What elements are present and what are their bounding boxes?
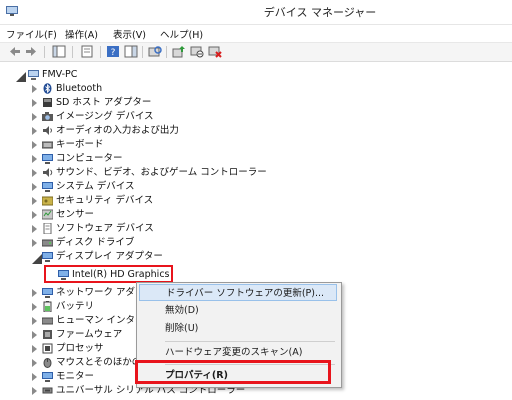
- expand-arrow-icon[interactable]: [32, 289, 37, 297]
- speaker-icon: [43, 126, 52, 135]
- expand-arrow-icon[interactable]: [32, 225, 37, 233]
- menu-view[interactable]: 表示(V): [113, 27, 146, 41]
- processor-icon: [42, 343, 53, 354]
- forward-icon[interactable]: [24, 45, 38, 58]
- menu-item-label: ハードウェア変更のスキャン(A): [165, 347, 303, 358]
- tree-category-label: SD ホスト アダプター: [56, 97, 152, 108]
- tree-root-label: FMV-PC: [42, 69, 78, 80]
- expand-arrow-icon[interactable]: [32, 85, 37, 93]
- expand-arrow-icon[interactable]: [32, 345, 37, 353]
- network-adapter-icon: [42, 288, 53, 298]
- toolbar-separator: [72, 46, 73, 58]
- context-menu-uninstall[interactable]: 削除(U): [139, 320, 337, 337]
- menu-help[interactable]: ヘルプ(H): [160, 27, 203, 41]
- toolbar-separator: [44, 46, 45, 58]
- sound-icon: [43, 168, 53, 177]
- context-menu-update-driver[interactable]: ドライバー ソフトウェアの更新(P)...: [139, 284, 337, 301]
- menu-bar: ファイル(F) 操作(A) 表示(V) ヘルプ(H): [0, 25, 512, 42]
- hid-icon: [42, 317, 53, 325]
- menu-item-label: 削除(U): [165, 323, 199, 334]
- security-key-icon: [42, 196, 53, 206]
- expand-arrow-icon[interactable]: [32, 197, 37, 205]
- monitor-icon: [42, 372, 53, 382]
- menu-action[interactable]: 操作(A): [65, 27, 98, 41]
- update-driver-icon[interactable]: [172, 45, 186, 58]
- firmware-icon: [43, 330, 52, 339]
- menu-item-label: 無効(D): [165, 305, 199, 316]
- expand-arrow-icon[interactable]: [16, 72, 26, 82]
- bluetooth-icon: [43, 83, 52, 94]
- svg-text:?: ?: [111, 48, 116, 58]
- expand-arrow-icon[interactable]: [32, 331, 37, 339]
- toolbar-separator: [100, 46, 101, 58]
- tree-category-label: システム デバイス: [56, 181, 135, 192]
- menu-item-label: ドライバー ソフトウェアの更新(P)...: [166, 288, 325, 299]
- tree-category-label: オーディオの入力および出力: [56, 125, 179, 136]
- window-title: デバイス マネージャー: [263, 6, 377, 19]
- expand-arrow-icon[interactable]: [32, 254, 42, 264]
- context-menu-scan-hardware[interactable]: ハードウェア変更のスキャン(A): [139, 344, 337, 361]
- mouse-icon: [43, 358, 52, 368]
- usb-icon: [42, 387, 53, 394]
- device-highlight-box: [44, 265, 173, 283]
- camera-icon: [42, 112, 53, 121]
- expand-arrow-icon[interactable]: [32, 141, 37, 149]
- tree-category-label: モニター: [56, 371, 95, 382]
- context-menu-disable[interactable]: 無効(D): [139, 302, 337, 319]
- toolbar: ?: [0, 42, 512, 62]
- expand-arrow-icon[interactable]: [32, 183, 37, 191]
- expand-arrow-icon[interactable]: [32, 127, 37, 135]
- menu-file[interactable]: ファイル(F): [6, 27, 57, 41]
- tree-category-label: Bluetooth: [56, 83, 103, 94]
- expand-arrow-icon[interactable]: [32, 169, 37, 177]
- software-device-icon: [43, 223, 52, 234]
- tree-category-label: ソフトウェア デバイス: [56, 223, 154, 234]
- tree-category-label: ファームウェア: [56, 329, 123, 340]
- expand-arrow-icon[interactable]: [32, 211, 37, 219]
- tree-category-label: バッテリ: [56, 301, 95, 312]
- toolbar-separator: [166, 46, 167, 58]
- tree-category-label: ディスク ドライブ: [56, 237, 135, 248]
- expand-arrow-icon[interactable]: [32, 113, 37, 121]
- expand-arrow-icon[interactable]: [32, 155, 37, 163]
- tree-category-label: センサー: [56, 209, 95, 220]
- properties-icon[interactable]: [80, 45, 94, 58]
- back-icon[interactable]: [8, 45, 22, 58]
- expand-arrow-icon[interactable]: [32, 373, 37, 381]
- computer-icon: [28, 70, 39, 80]
- disable-device-icon[interactable]: [190, 45, 204, 58]
- tree-category-label: キーボード: [56, 139, 104, 150]
- expand-arrow-icon[interactable]: [32, 317, 37, 325]
- expand-arrow-icon[interactable]: [32, 99, 37, 107]
- display-adapter-icon: [42, 252, 53, 262]
- expand-arrow-icon[interactable]: [32, 303, 37, 311]
- expand-arrow-icon[interactable]: [32, 239, 37, 247]
- disk-drive-icon: [42, 239, 53, 247]
- sensor-icon: [42, 209, 53, 220]
- uninstall-device-icon[interactable]: [208, 45, 222, 58]
- context-menu-separator: [165, 341, 335, 342]
- scan-hardware-icon[interactable]: [148, 45, 162, 58]
- monitor-icon: [42, 154, 53, 164]
- tree-category-label: コンピューター: [56, 153, 123, 164]
- tree-category-label: セキュリティ デバイス: [56, 195, 154, 206]
- title-bar: デバイス マネージャー: [0, 0, 512, 25]
- tree-category-label: サウンド、ビデオ、およびゲーム コントローラー: [56, 167, 267, 178]
- battery-icon: [43, 301, 52, 312]
- tree-category-label: ディスプレイ アダプター: [56, 251, 163, 262]
- expand-arrow-icon[interactable]: [32, 359, 37, 367]
- tree-category-label: プロセッサ: [56, 343, 104, 354]
- show-hide-console-tree-icon[interactable]: [52, 45, 66, 58]
- toolbar-separator: [142, 46, 143, 58]
- sd-card-icon: [43, 98, 52, 107]
- action-pane-icon[interactable]: [124, 45, 138, 58]
- help-icon[interactable]: ?: [106, 45, 120, 58]
- properties-highlight-box: [135, 360, 331, 384]
- tree-category-label: イメージング デバイス: [56, 111, 154, 122]
- expand-arrow-icon[interactable]: [32, 387, 37, 395]
- keyboard-icon: [42, 141, 53, 149]
- system-device-icon: [42, 182, 53, 192]
